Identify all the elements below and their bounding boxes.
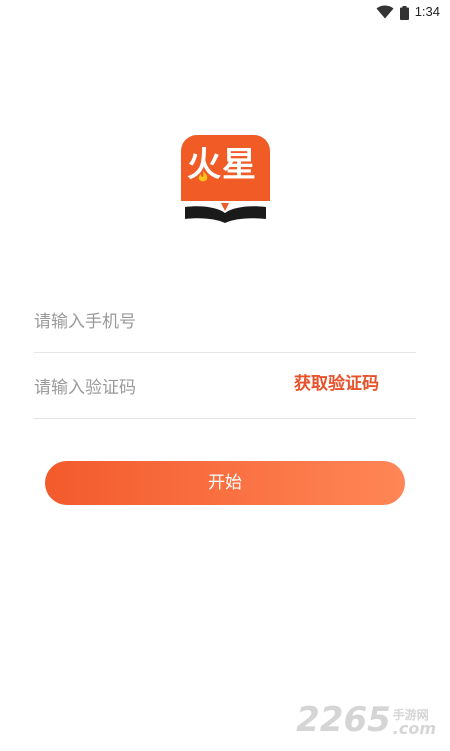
watermark-number: 2265 bbox=[296, 700, 391, 740]
flame-icon bbox=[198, 171, 208, 182]
status-bar: 1:34 bbox=[0, 0, 450, 26]
status-time: 1:34 bbox=[414, 4, 440, 19]
status-icons: 1:34 bbox=[376, 4, 440, 20]
wifi-icon bbox=[376, 5, 394, 19]
battery-icon bbox=[399, 5, 409, 20]
app-logo-icon: 火星 bbox=[181, 135, 270, 224]
watermark-side: 手游网 .com bbox=[393, 709, 436, 737]
phone-input[interactable] bbox=[34, 304, 274, 340]
verification-code-input[interactable] bbox=[34, 370, 274, 406]
start-button[interactable]: 开始 bbox=[45, 461, 405, 505]
code-field: 获取验证码 bbox=[34, 362, 416, 419]
phone-field bbox=[34, 296, 416, 353]
watermark: 2265 手游网 .com bbox=[296, 703, 436, 737]
get-code-button[interactable]: 获取验证码 bbox=[294, 372, 379, 396]
watermark-domain: .com bbox=[392, 719, 436, 738]
book-icon bbox=[181, 201, 270, 224]
